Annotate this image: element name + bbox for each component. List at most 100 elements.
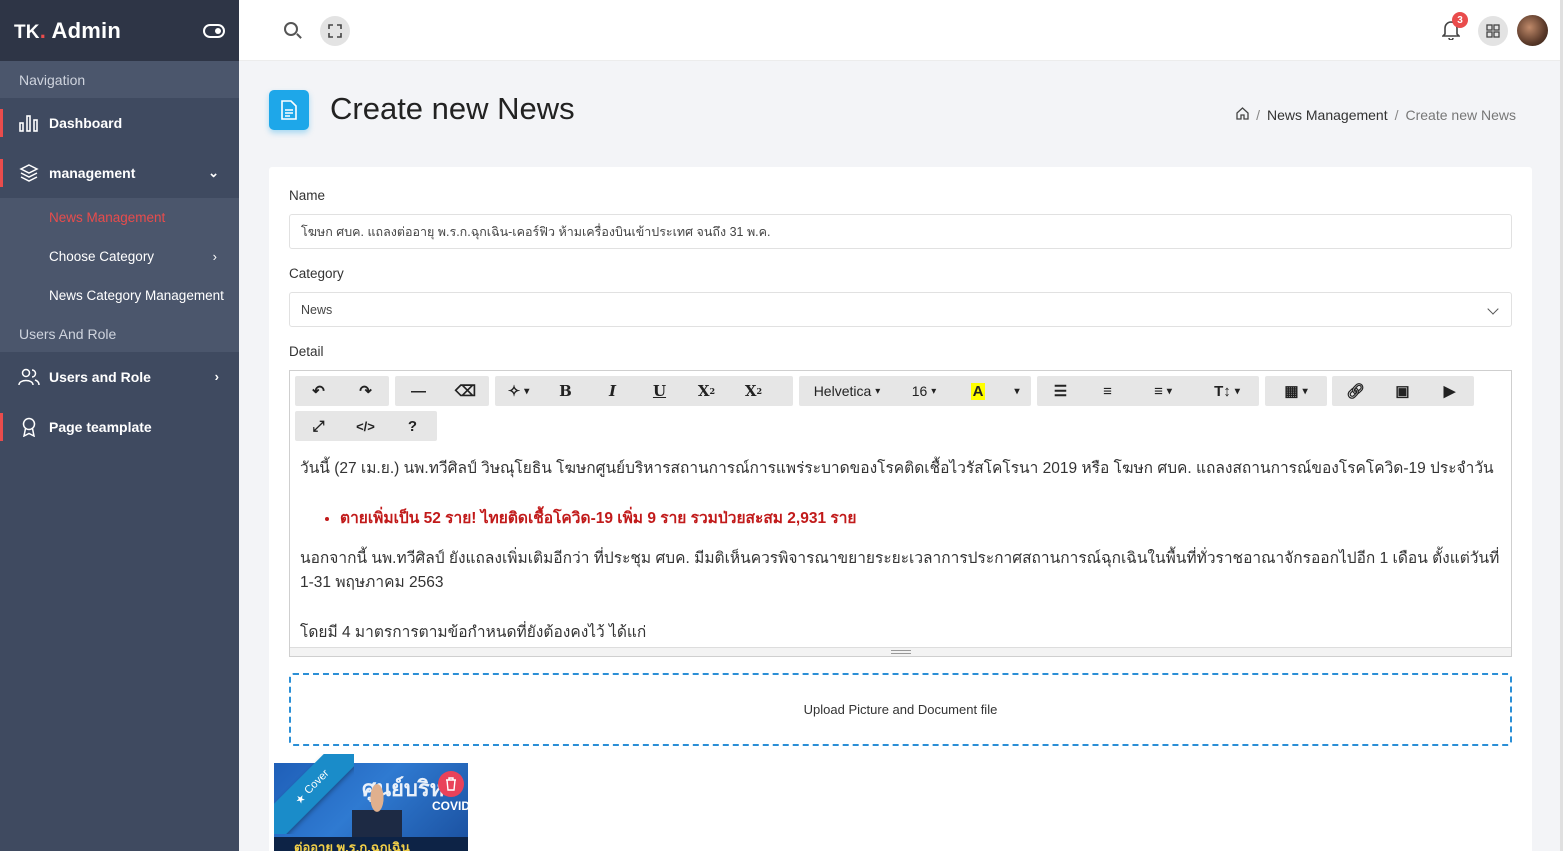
layers-icon [18,162,40,184]
editor-resize-handle[interactable] [290,647,1511,656]
image-icon[interactable]: ▣ [1379,376,1426,406]
upload-label: Upload Picture and Document file [803,702,998,717]
history-group: ↶ ↷ [295,376,389,406]
award-icon [18,416,40,438]
breadcrumb-current: Create new News [1405,107,1517,123]
sidebar-item-users-and-role[interactable]: Users and Role › [0,352,239,402]
category-selected-value: News [301,302,333,317]
sidebar-item-page-template[interactable]: Page teamplate [0,402,239,452]
category-label: Category [289,266,344,281]
submenu-item-news-management[interactable]: News Management [0,198,239,237]
management-submenu: News Management Choose Category › News C… [0,198,239,315]
fullscreen-button[interactable] [320,16,350,46]
page-title: Create new News [330,91,575,126]
font-name-select[interactable]: Helvetica [799,376,895,406]
chevron-down-icon: ⌄ [208,165,219,180]
sidebar-toggle-icon[interactable] [203,23,225,38]
subscript-icon[interactable]: X2 [730,376,777,406]
text-color-icon[interactable]: A [953,376,1003,406]
submenu-item-label: News Management [49,210,166,225]
font-name-value: Helvetica [813,383,872,399]
category-select[interactable]: News [289,292,1512,327]
content-bullet-link[interactable]: ตายเพิ่มเป็น 52 ราย! ไทยติดเชื้อโควิด-19… [340,507,1501,531]
upload-dropzone[interactable]: Upload Picture and Document file [289,673,1512,746]
insert-group: 🔗︎ ▣ ▶ [1332,376,1474,406]
bar-chart-icon [18,112,40,134]
submenu-item-news-category-management[interactable]: News Category Management [0,276,239,315]
undo-icon[interactable]: ↶ [295,376,342,406]
brand-logo[interactable]: TK. Admin [14,18,121,44]
numbered-list-icon[interactable]: ≡ [1084,376,1131,406]
nav-section-label: Navigation [19,71,86,88]
eraser-icon[interactable]: ⌫ [442,376,489,406]
link-icon[interactable]: 🔗︎ [1332,376,1379,406]
submenu-item-label: News Category Management [49,288,224,303]
code-view-icon[interactable]: </> [342,411,389,441]
content-list: ตายเพิ่มเป็น 52 ราย! ไทยติดเชื้อโควิด-19… [340,507,1501,531]
sidebar-item-dashboard[interactable]: Dashboard [0,98,239,148]
nav-section-navigation: Navigation [0,61,239,98]
sidebar-item-label: Users and Role [49,369,151,385]
document-icon [281,100,297,120]
line-height-icon[interactable]: T↕ [1195,376,1259,406]
topbar: 3 [239,0,1563,61]
cover-band: ★ Cover [274,754,354,834]
horizontal-rule-icon[interactable]: — [395,376,442,406]
editor-content[interactable]: วันนี้ (27 เม.ย.) นพ.ทวีศิลป์ วิษณุโยธิน… [300,457,1501,671]
content-paragraph: วันนี้ (27 เม.ย.) นพ.ทวีศิลป์ วิษณุโยธิน… [300,460,1494,477]
paragraph-group: ☰ ≡ ≡ T↕ [1037,376,1259,406]
brand-name: TK [14,21,40,43]
sidebar-item-label: Page teamplate [49,419,152,435]
active-indicator [0,159,3,187]
breadcrumb-parent[interactable]: News Management [1267,107,1388,123]
font-size-value: 16 [911,383,928,399]
name-label: Name [289,188,326,203]
bullet-list-icon[interactable]: ☰ [1037,376,1084,406]
grid-icon [1486,24,1500,38]
view-group: ⤢ </> ? [295,411,437,441]
brand: TK. Admin [0,0,239,61]
superscript-icon[interactable]: X2 [683,376,730,406]
content-paragraph: โดยมี 4 มาตรการตามข้อกำหนดที่ยังต้องคงไว… [300,624,647,641]
align-icon[interactable]: ≡ [1131,376,1195,406]
breadcrumb: / News Management / Create new News [1236,107,1516,123]
fullscreen-icon [328,24,342,38]
nav-section-users: Users And Role [0,315,239,352]
submenu-item-choose-category[interactable]: Choose Category › [0,237,239,276]
italic-icon[interactable]: I [589,376,636,406]
notification-badge: 3 [1452,12,1468,28]
apps-button[interactable] [1478,16,1508,46]
thumb-caption: ต่ออายุ พ.ร.ก.ฉุกเฉิน [274,837,468,851]
fullscreen-icon[interactable]: ⤢ [295,411,342,441]
style-group: ✧ B I U X2 X2 [495,376,793,406]
home-icon[interactable] [1236,107,1249,123]
table-icon[interactable]: ▦ [1265,376,1327,406]
name-input[interactable]: โฆษก ศบค. แถลงต่ออายุ พ.ร.ก.ฉุกเฉิน-เคอร… [289,214,1512,249]
bold-icon[interactable]: B [542,376,589,406]
color-dropdown-icon[interactable]: ▾ [1003,376,1031,406]
active-indicator [0,413,3,441]
video-icon[interactable]: ▶ [1426,376,1473,406]
search-icon[interactable] [284,22,298,36]
misc-group: — ⌫ [395,376,489,406]
content-paragraph: นอกจากนี้ นพ.ทวีศิลป์ ยังแถลงเพิ่มเติมอี… [300,550,1500,591]
trash-icon [446,777,456,791]
delete-image-button[interactable] [438,771,464,797]
font-size-select[interactable]: 16 [895,376,953,406]
avatar[interactable] [1517,15,1548,46]
underline-icon[interactable]: U [636,376,683,406]
rich-text-editor: ↶ ↷ — ⌫ ✧ B I U X2 X2 Helvetica 16 A ▾ [289,370,1512,657]
font-group: Helvetica 16 A ▾ [799,376,1031,406]
redo-icon[interactable]: ↷ [342,376,389,406]
sidebar: TK. Admin Navigation Dashboard managemen… [0,0,239,851]
help-icon[interactable]: ? [389,411,436,441]
users-icon [18,366,40,388]
chevron-right-icon: › [214,369,219,384]
page-icon [269,90,309,130]
sidebar-item-management[interactable]: management ⌄ [0,148,239,198]
magic-style-icon[interactable]: ✧ [495,376,542,406]
cover-ribbon: ★ Cover [274,754,354,834]
detail-label: Detail [289,344,324,359]
sidebar-item-label: Dashboard [49,115,123,131]
sidebar-item-label: management [49,165,136,181]
